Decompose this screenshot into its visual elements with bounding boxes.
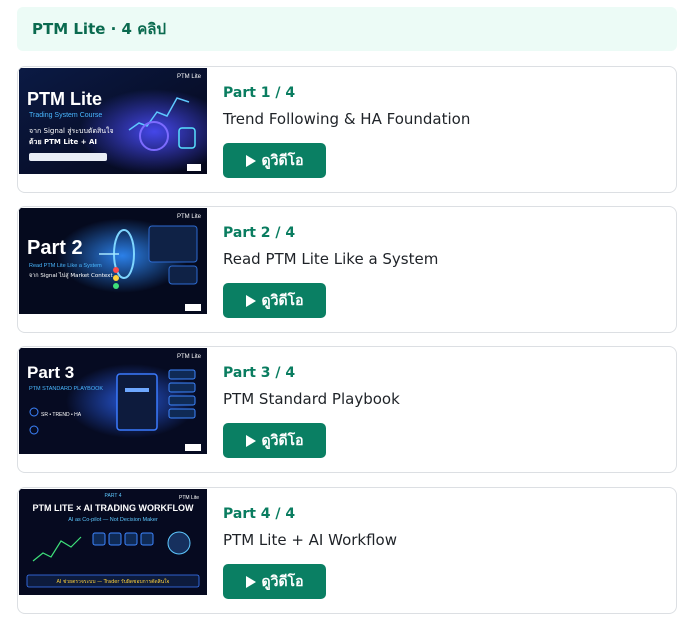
play-icon [245, 294, 256, 307]
video-card: Part 2 Read PTM Lite Like a System จาก S… [17, 206, 677, 333]
playlist-title: PTM Lite · 4 คลิป [32, 20, 166, 38]
watch-video-button[interactable]: ดูวิดีโอ [223, 423, 326, 458]
watch-video-label: ดูวิดีโอ [261, 152, 304, 169]
watch-video-button[interactable]: ดูวิดีโอ [223, 564, 326, 599]
watch-video-button[interactable]: ดูวิดีโอ [223, 283, 326, 318]
thumb-headline: PTM Lite [27, 89, 102, 109]
play-icon [245, 434, 256, 447]
playlist-header: PTM Lite · 4 คลิป [17, 7, 677, 51]
thumb-headline: Part 2 [27, 237, 83, 259]
part-label: Part 3 / 4 [223, 365, 296, 381]
video-info: Part 1 / 4 Trend Following & HA Foundati… [223, 67, 666, 192]
thumb-subhead: AI as Co-pilot — Not Decision Maker [68, 517, 158, 523]
watch-video-label: ดูวิดีโอ [261, 432, 304, 449]
thumb-line: ด้วย PTM Lite + AI [29, 137, 97, 146]
part-label: Part 4 / 4 [223, 506, 296, 522]
video-card: Part 3 PTM STANDARD PLAYBOOK SR • TREND … [17, 346, 677, 473]
part-label: Part 1 / 4 [223, 85, 296, 101]
video-card: PART 4 PTM LITE × AI TRADING WORKFLOW AI… [17, 487, 677, 614]
video-thumbnail[interactable]: PTM Lite Trading System Course จาก Signa… [19, 68, 207, 174]
video-thumbnail[interactable]: Part 3 PTM STANDARD PLAYBOOK SR • TREND … [19, 348, 207, 454]
watch-video-button[interactable]: ดูวิดีโอ [223, 143, 326, 178]
thumb-brand: PTM Lite [179, 495, 199, 501]
video-thumbnail[interactable]: PART 4 PTM LITE × AI TRADING WORKFLOW AI… [19, 489, 207, 595]
thumb-subhead: Trading System Course [29, 112, 102, 119]
video-thumbnail[interactable]: Part 2 Read PTM Lite Like a System จาก S… [19, 208, 207, 314]
thumb-subhead: Read PTM Lite Like a System [29, 263, 102, 269]
video-title: PTM Lite + AI Workflow [223, 531, 397, 549]
thumb-headline: Part 3 [27, 363, 74, 382]
thumb-line: จาก Signal ไปสู่ Market Context [29, 272, 113, 279]
play-icon [245, 575, 256, 588]
video-title: Trend Following & HA Foundation [223, 110, 471, 128]
thumb-brand: PTM Lite [177, 354, 202, 360]
course-panel: PTM Lite · 4 คลิป PTM Lite Trading Syste… [0, 0, 694, 620]
video-title: Read PTM Lite Like a System [223, 250, 439, 268]
thumb-headline: PTM LITE × AI TRADING WORKFLOW [33, 503, 194, 513]
video-card: PTM Lite Trading System Course จาก Signa… [17, 66, 677, 193]
thumb-subhead: PTM STANDARD PLAYBOOK [29, 386, 103, 392]
video-info: Part 4 / 4 PTM Lite + AI Workflow ดูวิดี… [223, 488, 666, 613]
video-title: PTM Standard Playbook [223, 390, 400, 408]
thumb-line: SR • TREND • HA [41, 412, 82, 418]
video-info: Part 2 / 4 Read PTM Lite Like a System ด… [223, 207, 666, 332]
thumb-line: จาก Signal สู่ระบบตัดสินใจ [29, 126, 114, 135]
video-info: Part 3 / 4 PTM Standard Playbook ดูวิดีโ… [223, 347, 666, 472]
watch-video-label: ดูวิดีโอ [261, 292, 304, 309]
thumb-kicker: PART 4 [105, 493, 122, 499]
thumb-brand: PTM Lite [177, 74, 202, 80]
watch-video-label: ดูวิดีโอ [261, 573, 304, 590]
thumb-line: AI ช่วยตรวจระบบ — Trader รับผิดชอบการตัด… [57, 578, 170, 585]
thumb-brand: PTM Lite [177, 214, 202, 220]
play-icon [245, 154, 256, 167]
part-label: Part 2 / 4 [223, 225, 296, 241]
